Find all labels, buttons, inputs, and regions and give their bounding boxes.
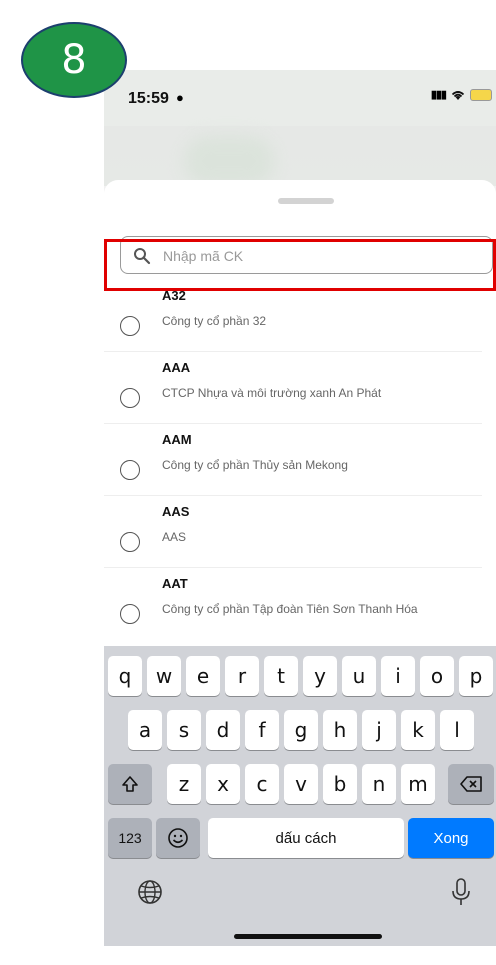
- emoji-icon: [168, 828, 188, 848]
- key-e[interactable]: e: [186, 656, 220, 696]
- stock-code: AAM: [162, 432, 192, 447]
- key-h[interactable]: h: [323, 710, 357, 750]
- radio-button[interactable]: [120, 388, 140, 408]
- key-c[interactable]: c: [245, 764, 279, 804]
- key-q[interactable]: q: [108, 656, 142, 696]
- key-x[interactable]: x: [206, 764, 240, 804]
- stock-name: Công ty cổ phần 32: [162, 314, 267, 328]
- key-k[interactable]: k: [401, 710, 435, 750]
- stock-picker-sheet: A32 Công ty cổ phần 32 AAA CTCP Nhựa và …: [104, 180, 496, 646]
- stock-code: AAS: [162, 504, 190, 519]
- key-i[interactable]: i: [381, 656, 415, 696]
- key-f[interactable]: f: [245, 710, 279, 750]
- stock-name: AAS: [162, 530, 187, 544]
- signal-icon: ▮▮▮: [430, 89, 447, 101]
- key-a[interactable]: a: [128, 710, 162, 750]
- numbers-key[interactable]: 123: [108, 818, 152, 858]
- radio-button[interactable]: [120, 316, 140, 336]
- key-y[interactable]: y: [303, 656, 337, 696]
- list-item[interactable]: AAM Công ty cổ phần Thủy sản Mekong: [104, 424, 482, 496]
- list-item[interactable]: AAT Công ty cổ phần Tập đoàn Tiên Sơn Th…: [104, 568, 482, 639]
- phone-screen: 15:59 ● ▮▮▮ A32 Công ty cổ phần 32: [104, 70, 496, 946]
- stock-code: AAT: [162, 576, 188, 591]
- status-time: 15:59: [128, 90, 169, 107]
- key-m[interactable]: m: [401, 764, 435, 804]
- stock-list: A32 Công ty cổ phần 32 AAA CTCP Nhựa và …: [104, 280, 496, 639]
- shift-key[interactable]: [108, 764, 152, 804]
- key-w[interactable]: w: [147, 656, 181, 696]
- key-s[interactable]: s: [167, 710, 201, 750]
- key-n[interactable]: n: [362, 764, 396, 804]
- key-t[interactable]: t: [264, 656, 298, 696]
- sheet-grabber[interactable]: [278, 198, 334, 204]
- key-v[interactable]: v: [284, 764, 318, 804]
- stock-code: AAA: [162, 360, 191, 375]
- stock-code: A32: [162, 288, 186, 303]
- key-o[interactable]: o: [420, 656, 454, 696]
- radio-button[interactable]: [120, 604, 140, 624]
- radio-button[interactable]: [120, 532, 140, 552]
- key-g[interactable]: g: [284, 710, 318, 750]
- list-item[interactable]: A32 Công ty cổ phần 32: [104, 280, 482, 352]
- shift-icon: [122, 776, 138, 792]
- key-z[interactable]: z: [167, 764, 201, 804]
- key-p[interactable]: p: [459, 656, 493, 696]
- list-item[interactable]: AAA CTCP Nhựa và môi trường xanh An Phát: [104, 352, 482, 424]
- step-number-badge: 8: [21, 22, 127, 98]
- home-indicator: [234, 934, 382, 939]
- globe-icon[interactable]: [136, 878, 164, 906]
- key-b[interactable]: b: [323, 764, 357, 804]
- status-bar: 15:59 ● ▮▮▮: [104, 70, 496, 126]
- dimmed-background: [104, 126, 496, 186]
- backspace-icon: [460, 776, 482, 792]
- key-r[interactable]: r: [225, 656, 259, 696]
- emoji-key[interactable]: [156, 818, 200, 858]
- status-icons: ▮▮▮: [431, 88, 492, 101]
- stock-name: Công ty cổ phần Tập đoàn Tiên Sơn Thanh …: [162, 602, 418, 616]
- battery-icon: [470, 88, 492, 101]
- wifi-icon: [451, 90, 465, 100]
- microphone-icon[interactable]: [450, 876, 472, 908]
- stock-name: Công ty cổ phần Thủy sản Mekong: [162, 458, 348, 472]
- background-blur: [184, 136, 274, 186]
- person-icon: ●: [176, 90, 184, 105]
- stock-name: CTCP Nhựa và môi trường xanh An Phát: [162, 386, 382, 400]
- keyboard: q w e r t y u i o p a s d f g h j k l z …: [104, 646, 496, 946]
- space-key[interactable]: dấu cách: [208, 818, 404, 858]
- key-u[interactable]: u: [342, 656, 376, 696]
- key-l[interactable]: l: [440, 710, 474, 750]
- done-key[interactable]: Xong: [408, 818, 494, 858]
- key-d[interactable]: d: [206, 710, 240, 750]
- list-item[interactable]: AAS AAS: [104, 496, 482, 568]
- radio-button[interactable]: [120, 460, 140, 480]
- backspace-key[interactable]: [448, 764, 494, 804]
- key-j[interactable]: j: [362, 710, 396, 750]
